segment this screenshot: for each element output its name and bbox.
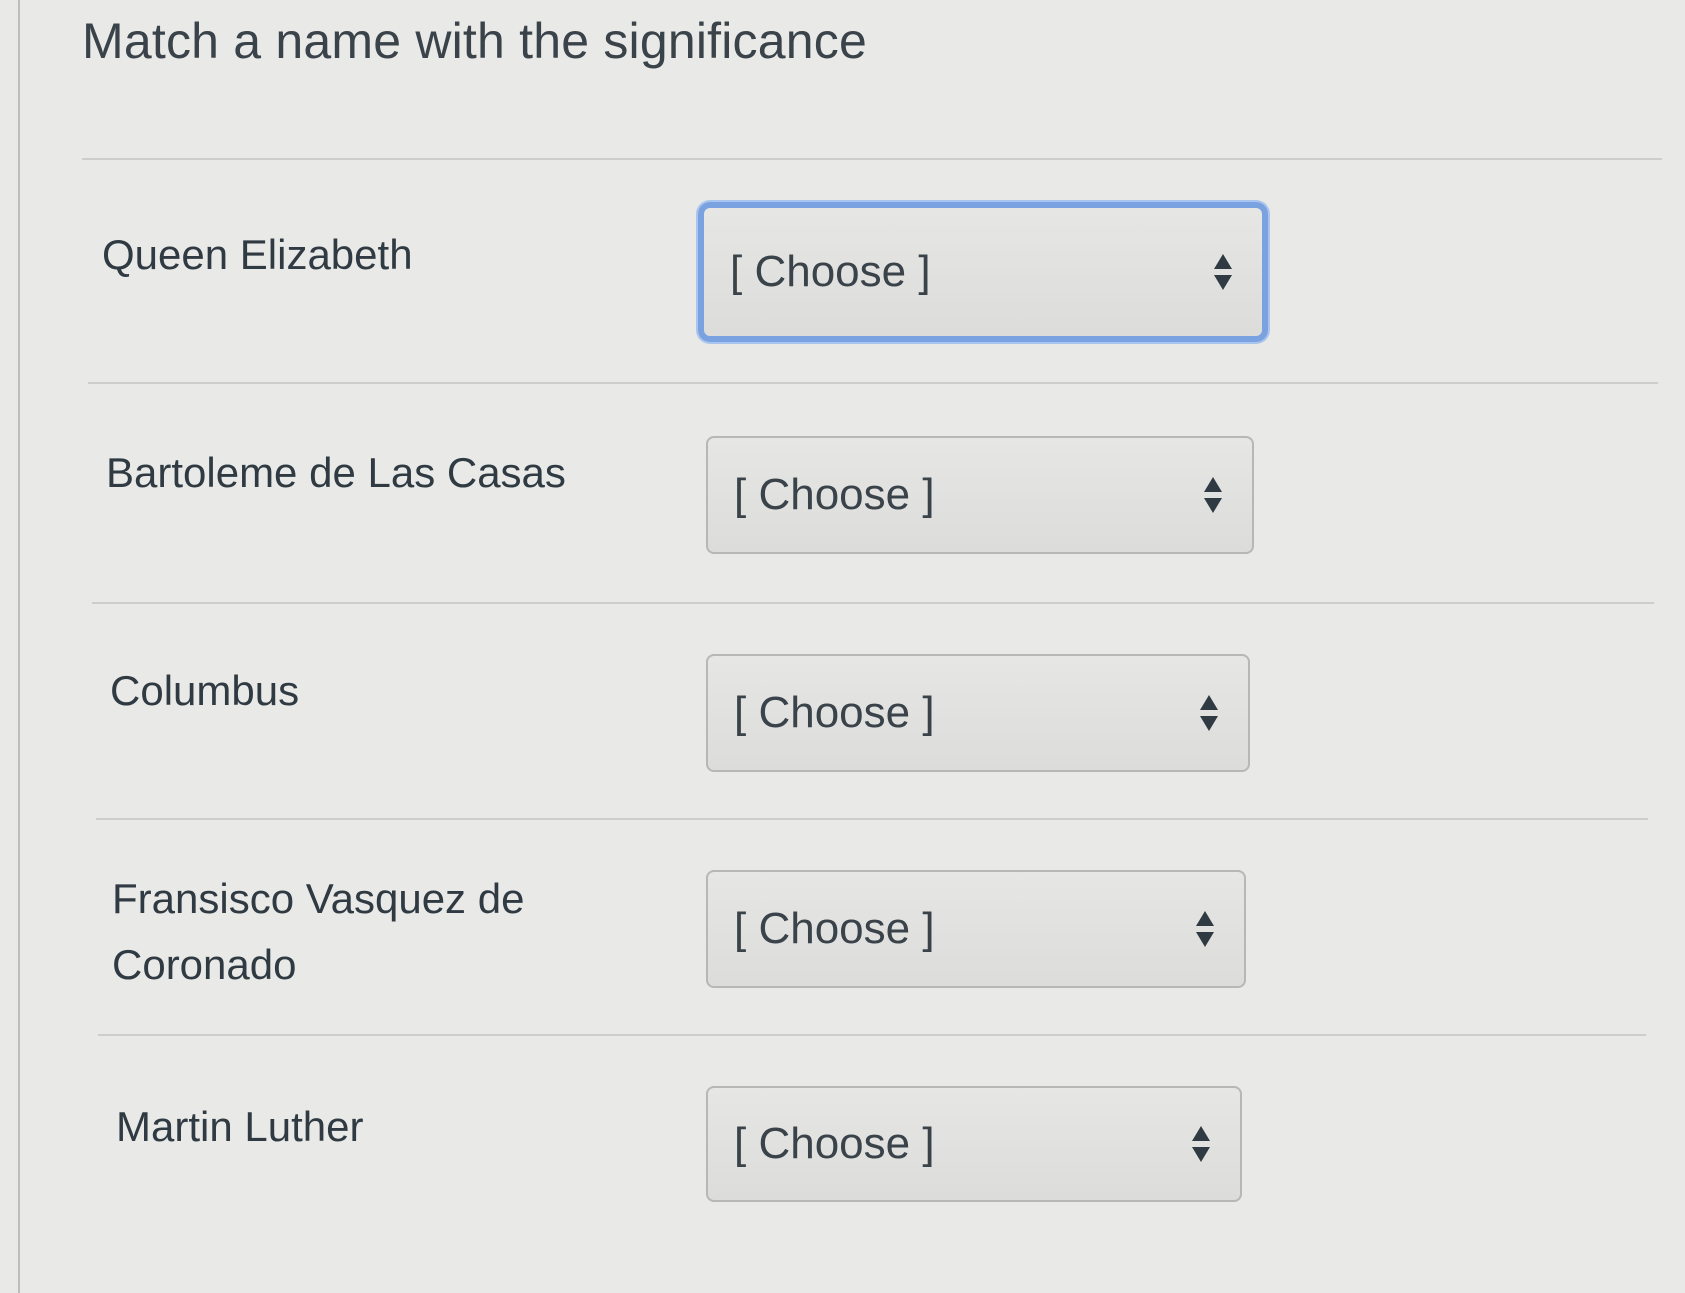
select-value: [ Choose ] [730, 247, 931, 296]
answer-select[interactable]: [ Choose ] [706, 436, 1254, 554]
up-down-arrows-icon [1204, 477, 1222, 513]
match-name-label: Martin Luther [116, 1103, 364, 1150]
up-down-arrows-icon [1196, 911, 1214, 947]
match-name-label: Queen Elizabeth [102, 231, 413, 278]
match-name-label: Fransisco Vasquez de Coronado [112, 875, 525, 988]
up-down-arrows-icon [1200, 695, 1218, 731]
select-value: [ Choose ] [734, 1119, 935, 1168]
question-title: Match a name with the significance [82, 13, 867, 69]
answer-select[interactable]: [ Choose ] [706, 870, 1246, 988]
match-row: Martin Luther [ Choose ] [30, 1036, 1670, 1236]
match-name-label: Columbus [110, 667, 300, 714]
match-name-label: Bartoleme de Las Casas [106, 449, 566, 496]
answer-select[interactable]: [ Choose ] [706, 1086, 1242, 1202]
select-value: [ Choose ] [734, 904, 935, 953]
select-value: [ Choose ] [734, 470, 935, 519]
match-row: Columbus [ Choose ] [30, 604, 1670, 804]
page-left-border [18, 0, 20, 1293]
up-down-arrows-icon [1192, 1126, 1210, 1162]
match-row: Queen Elizabeth [ Choose ] [30, 160, 1670, 360]
select-value: [ Choose ] [734, 688, 935, 737]
match-row: Fransisco Vasquez de Coronado [ Choose ] [30, 820, 1670, 1020]
answer-select[interactable]: [ Choose ] [706, 654, 1250, 772]
answer-select[interactable]: [ Choose ] [698, 202, 1268, 342]
up-down-arrows-icon [1214, 254, 1232, 290]
matching-question: Match a name with the significance Queen… [30, 0, 1670, 1293]
match-row: Bartoleme de Las Casas [ Choose ] [30, 384, 1670, 584]
